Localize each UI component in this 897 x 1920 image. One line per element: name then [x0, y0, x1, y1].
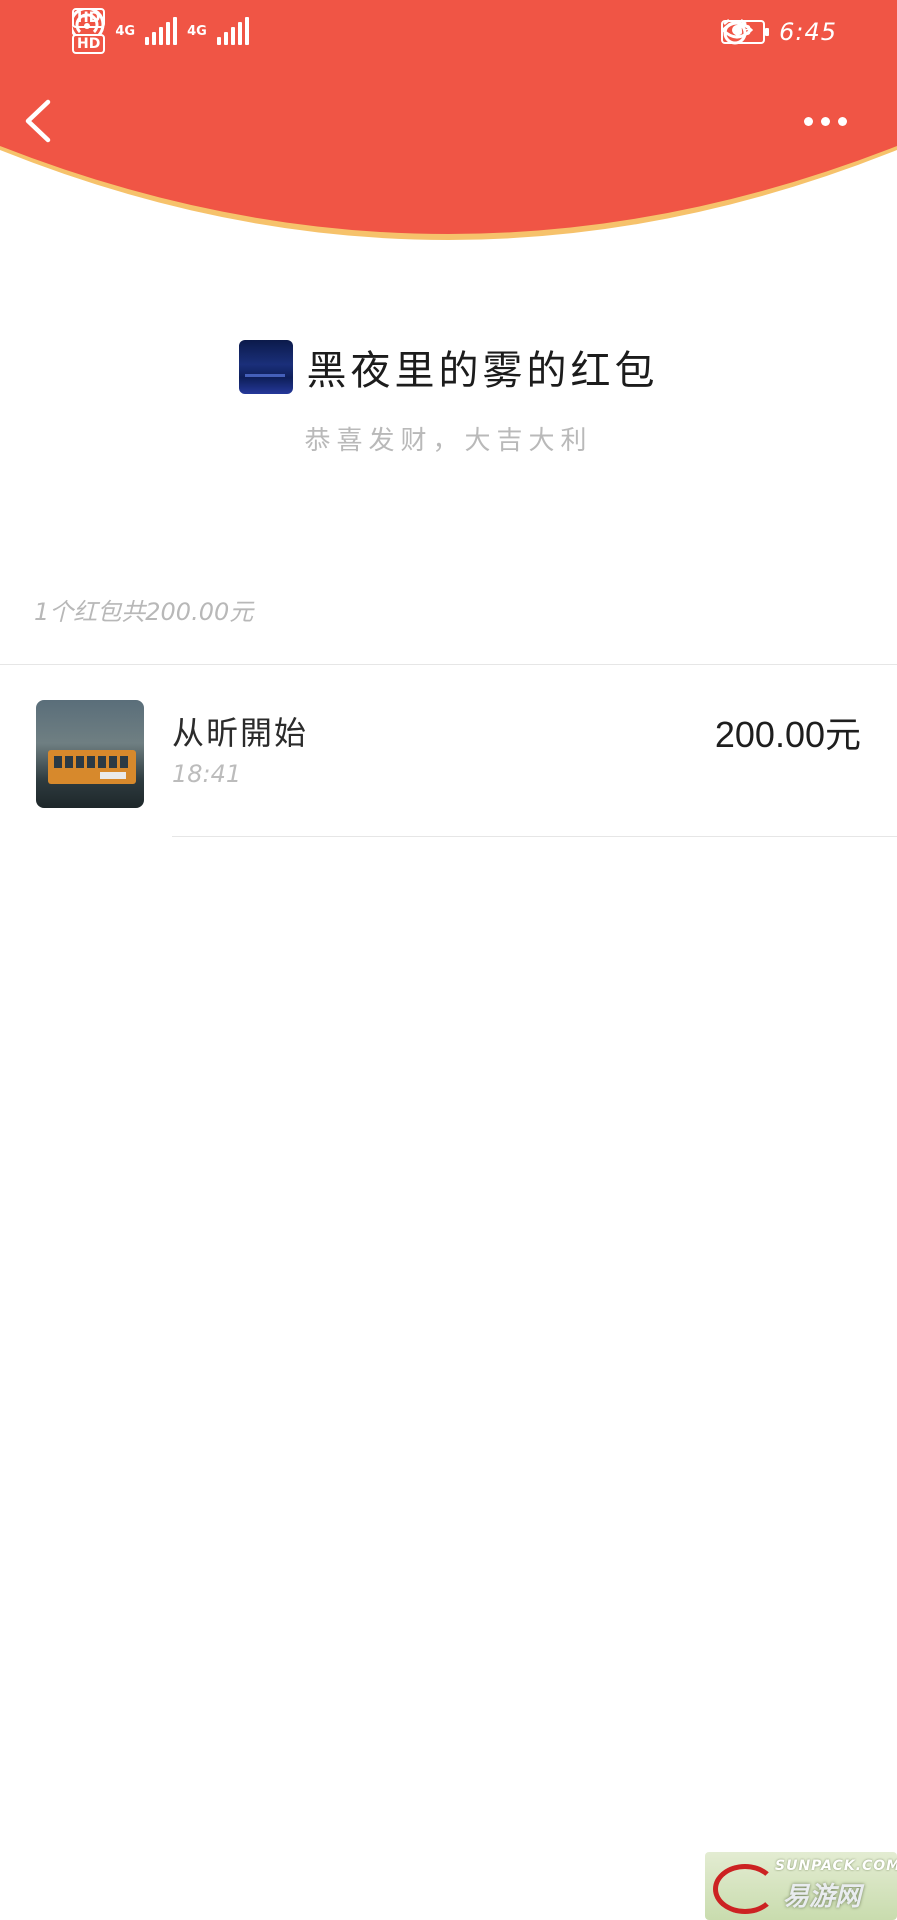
- packet-summary: 1个红包共200.00元: [34, 598, 254, 626]
- status-right: 33 6:45: [721, 18, 837, 46]
- receiver-row[interactable]: 从昕開始 18:41 200.00元: [0, 700, 897, 838]
- watermark-top: SUNPACK.COM: [775, 1858, 897, 1874]
- red-packet-header: HD HD 4G 4G 33 6:45: [0, 0, 897, 270]
- battery-icon: 33: [721, 20, 770, 44]
- signal-area: HD HD 4G 4G: [72, 8, 249, 54]
- watermark-logo: SUNPACK.COM 易游网: [705, 1852, 897, 1920]
- receiver-amount: 200.00元: [714, 714, 861, 755]
- signal-bars-1-icon: [145, 17, 178, 45]
- status-bar: HD HD 4G 4G 33 6:45: [0, 0, 897, 70]
- watermark-main: 易游网: [783, 1882, 862, 1912]
- tram-image: [48, 750, 136, 784]
- hotspot-icon: [72, 8, 105, 36]
- network-type-2: 4G: [187, 23, 207, 39]
- receiver-name: 从昕開始: [172, 714, 309, 752]
- clock: 6:45: [779, 18, 837, 46]
- more-button[interactable]: [795, 106, 855, 136]
- more-dots-icon: [803, 116, 813, 126]
- sender-avatar[interactable]: [238, 340, 293, 394]
- packet-title: 黑夜里的雾的红包: [306, 348, 659, 394]
- divider: [0, 664, 897, 665]
- signal-bars-2-icon: [216, 17, 249, 45]
- chevron-left-icon: [25, 99, 51, 143]
- receiver-time: 18:41: [172, 760, 242, 788]
- back-button[interactable]: [18, 98, 58, 144]
- packet-greeting: 恭喜发财，大吉大利: [304, 426, 593, 456]
- watermark-logo-icon: [713, 1864, 777, 1914]
- row-divider: [172, 836, 897, 837]
- receiver-avatar[interactable]: [36, 700, 144, 808]
- network-type-1: 4G: [115, 23, 136, 39]
- sender-row: 黑夜里的雾的红包: [0, 338, 897, 396]
